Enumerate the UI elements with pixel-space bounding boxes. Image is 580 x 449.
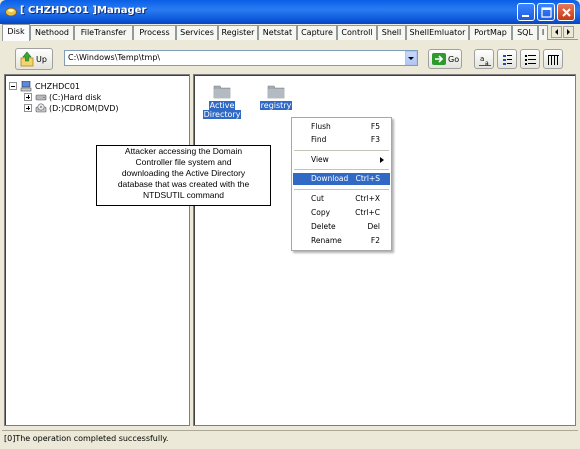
menu-item-view[interactable]: View [293,154,390,166]
app-icon [5,7,17,17]
menu-item-label: Download [311,174,349,183]
go-label: Go [448,55,460,64]
folder-icon [267,85,285,99]
tree-item-label: (C:)Hard disk [49,93,102,102]
expand-toggle[interactable] [24,104,32,112]
minimize-icon [522,15,529,17]
maximize-icon [541,7,552,18]
menu-item-shortcut: Ctrl+C [355,208,380,217]
large-icons-view-button[interactable]: a a [474,49,494,69]
annotation-line: Attacker accessing the Domain [124,146,243,156]
tab-capture[interactable]: Capture [297,25,337,40]
menu-item-label: View [311,155,329,164]
menu-item-label: Rename [311,236,342,245]
menu-item-label: Copy [311,208,331,217]
scroll-left-icon [555,29,558,35]
expand-toggle[interactable] [24,93,32,101]
folder-label: Active [208,101,236,110]
folder-up-icon [20,51,34,67]
details-icon [548,55,559,65]
menu-item-copy[interactable]: Copy Ctrl+C [293,207,390,219]
menu-item-label: Find [311,135,327,144]
status-bar: [0]The operation completed successfully. [2,430,578,447]
tab-netstat[interactable]: Netstat [258,25,297,40]
menu-item-download[interactable]: Download Ctrl+S [293,173,390,185]
menu-item-shortcut: Ctrl+X [355,194,380,203]
folder-icon [213,85,231,99]
menu-item-label: Cut [311,194,324,203]
menu-separator [294,189,389,190]
path-input[interactable]: C:\Windows\Temp\tmp\ [64,50,418,66]
small-icons-icon [503,55,512,65]
hard-disk-icon [35,94,47,101]
go-arrow-icon [432,53,446,65]
annotation-callout: Attacker accessing the Domain Controller… [96,145,271,206]
folder-item-registry[interactable]: registry [254,83,298,110]
tab-controll[interactable]: Controll [337,25,377,40]
svg-text:a: a [480,55,484,63]
computer-icon [20,81,32,92]
tab-shell[interactable]: Shell [377,25,406,40]
tab-nethood[interactable]: Nethood [30,25,74,40]
drive-tree-pane[interactable]: CHZHDC01 (C:)Hard disk (D:)CDROM(DVD) [4,74,190,426]
annotation-line: NTDSUTIL command [143,190,224,200]
chevron-down-icon [408,57,414,60]
scroll-right-icon [567,29,570,35]
tab-scroll-left[interactable] [551,26,562,38]
menu-item-rename[interactable]: Rename F2 [293,235,390,247]
tab-filetransfer[interactable]: FileTransfer [74,25,133,40]
folder-label: registry [259,101,293,110]
menu-item-delete[interactable]: Delete Del [293,221,390,233]
cdrom-icon [35,103,47,113]
tab-services[interactable]: Services [176,25,218,40]
menu-item-shortcut: F2 [370,236,380,245]
folder-label-line2: Directory [202,110,242,119]
window-title: [ CHZHDC01 ]Manager [20,5,147,16]
tab-process[interactable]: Process [133,25,176,40]
tab-portmap[interactable]: PortMap [469,25,512,40]
tab-more[interactable]: I [538,25,548,40]
menu-item-find[interactable]: Find F3 [293,134,390,146]
minimize-button[interactable] [517,3,535,21]
title-bar: [ CHZHDC01 ]Manager [0,0,580,24]
up-button[interactable]: Up [15,48,53,70]
menu-separator [294,169,389,170]
tab-disk[interactable]: Disk [2,24,30,41]
close-button[interactable] [557,3,575,21]
large-icons-icon: a a [479,55,491,67]
menu-item-cut[interactable]: Cut Ctrl+X [293,193,390,205]
list-icon [525,55,536,65]
go-button[interactable]: Go [428,49,462,69]
annotation-line: downloading the Active Directory [121,168,246,178]
tab-register[interactable]: Register [218,25,258,40]
submenu-arrow-icon [380,157,384,163]
menu-item-shortcut: F3 [370,135,380,144]
menu-separator [294,150,389,151]
collapse-toggle[interactable] [9,82,17,90]
path-dropdown-button[interactable] [405,51,417,65]
folder-item-active-directory[interactable]: Active Directory [198,83,246,119]
annotation-line: database that was created with the [117,179,250,189]
up-label: Up [36,55,47,64]
annotation-line: Controller file system and [135,157,232,167]
maximize-button[interactable] [537,3,555,21]
details-view-button[interactable] [543,49,563,69]
close-icon [562,8,571,17]
tab-shellemluator[interactable]: ShellEmluator [406,25,469,40]
tree-item-label: (D:)CDROM(DVD) [49,104,119,113]
tab-bar: Disk Nethood FileTransfer Process Servic… [2,24,578,41]
list-view-button[interactable] [520,49,540,69]
tab-sql[interactable]: SQL [512,25,538,40]
menu-item-label: Delete [311,222,336,231]
tab-scroll-right[interactable] [563,26,574,38]
menu-item-shortcut: Del [367,222,380,231]
menu-item-shortcut: F5 [370,122,380,131]
small-icons-view-button[interactable] [497,49,517,69]
context-menu: Flush F5 Find F3 View Download Ctrl+S Cu… [291,117,392,251]
menu-item-label: Flush [311,122,331,131]
menu-item-flush[interactable]: Flush F5 [293,121,390,133]
menu-item-shortcut: Ctrl+S [355,174,380,183]
tree-root-label: CHZHDC01 [35,82,81,91]
